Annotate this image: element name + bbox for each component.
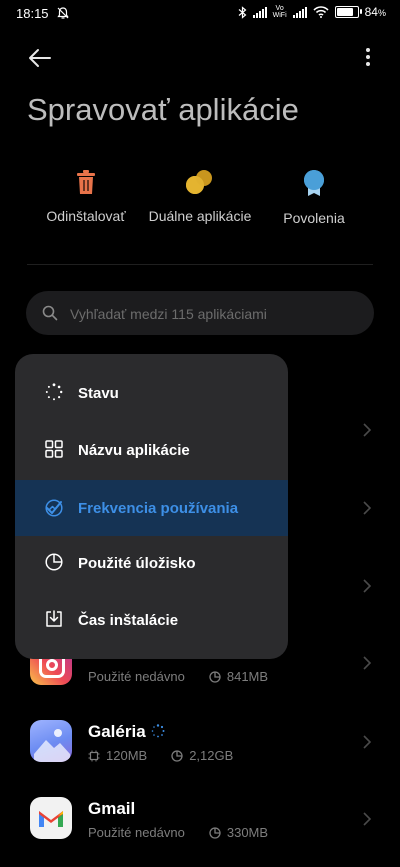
storage-icon	[171, 749, 183, 762]
dual-apps-icon	[186, 170, 212, 194]
uninstall-label: Odinštalovať	[46, 208, 126, 224]
status-time: 18:15	[16, 6, 49, 21]
storage-icon	[209, 826, 221, 839]
signal-icon	[252, 6, 267, 18]
permissions-icon	[304, 170, 324, 196]
bluetooth-icon	[238, 5, 247, 19]
loading-spinner-icon	[151, 724, 165, 738]
sort-option-label: Čas inštalácie	[78, 612, 179, 629]
chevron-right-icon	[363, 656, 372, 670]
vowifi-label: Vo WiFi	[272, 5, 287, 19]
status-bar: 18:15 Vo WiFi 84%	[0, 0, 400, 28]
sort-option-frequency[interactable]: Frekvencia používania	[15, 480, 288, 536]
search-input[interactable]	[68, 291, 362, 337]
back-arrow-icon[interactable]	[26, 44, 54, 72]
divider	[27, 264, 373, 265]
chevron-right-icon	[363, 812, 372, 826]
page-title: Spravovať aplikácie	[27, 92, 299, 127]
permissions-label: Povolenia	[283, 210, 345, 226]
search-icon	[42, 305, 58, 321]
app-name: Gmail	[88, 799, 136, 818]
sort-option-label: Stavu	[78, 385, 119, 402]
check-icon	[46, 501, 62, 514]
sort-menu: Stavu Názvu aplikácie Frekvencia používa…	[15, 354, 288, 659]
app-last-used: Použité nedávno	[88, 669, 185, 684]
download-icon	[46, 610, 62, 627]
sort-option-label: Názvu aplikácie	[78, 442, 190, 459]
mute-bell-icon	[57, 7, 69, 19]
app-ram: 120MB	[106, 748, 148, 763]
sort-option-status[interactable]: Stavu	[15, 370, 288, 418]
chevron-right-icon	[363, 579, 372, 593]
trash-icon	[77, 170, 95, 194]
dual-apps-label: Duálne aplikácie	[148, 208, 252, 224]
battery-icon	[334, 6, 362, 18]
grid-icon	[45, 440, 63, 458]
chip-icon	[88, 750, 100, 761]
sort-option-storage[interactable]: Použité úložisko	[15, 540, 288, 588]
uninstall-button[interactable]: Odinštalovať	[21, 168, 151, 224]
permissions-button[interactable]: Povolenia	[249, 168, 379, 226]
sort-option-install-time[interactable]: Čas inštalácie	[15, 597, 288, 645]
app-last-used: Použité nedávno	[88, 825, 185, 840]
sort-option-label: Použité úložisko	[78, 555, 196, 572]
app-storage: 2,12GB	[189, 748, 234, 763]
dual-apps-button[interactable]: Duálne aplikácie	[135, 168, 265, 224]
storage-icon	[209, 670, 221, 683]
pie-chart-icon	[45, 553, 63, 571]
sort-option-name[interactable]: Názvu aplikácie	[15, 427, 288, 475]
gallery-icon	[30, 720, 72, 762]
more-options-icon[interactable]	[362, 46, 374, 68]
app-row-galeria[interactable]: Galéria 120MB 2,12GB	[0, 720, 400, 790]
status-dots-icon	[45, 383, 63, 401]
battery-level: 84%	[364, 5, 386, 19]
chevron-right-icon	[363, 735, 372, 749]
gmail-icon	[30, 797, 72, 839]
chevron-right-icon	[363, 501, 372, 515]
app-row-gmail[interactable]: Gmail Použité nedávno 330MB	[0, 797, 400, 867]
app-storage: 330MB	[226, 825, 269, 840]
app-storage: 841MB	[226, 669, 269, 684]
app-name: Galéria	[88, 722, 146, 741]
signal-icon-2	[292, 6, 307, 18]
chevron-right-icon	[363, 423, 372, 437]
search-bar[interactable]	[26, 291, 374, 337]
sort-option-label: Frekvencia používania	[78, 500, 239, 517]
wifi-icon	[313, 6, 329, 18]
